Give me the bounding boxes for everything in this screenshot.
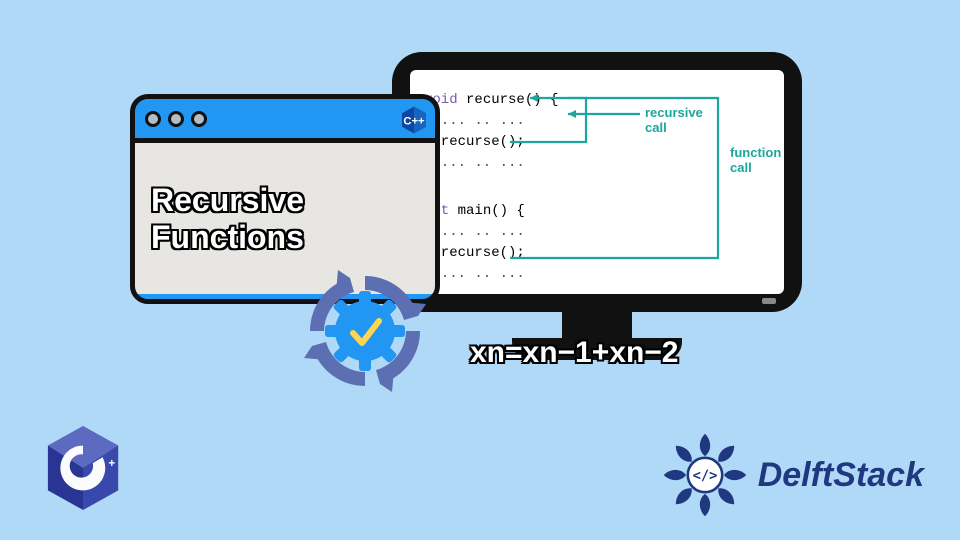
cpp-hex-icon: C++ <box>399 105 429 135</box>
monitor-bezel: void recurse() { ... .. ... recurse(); .… <box>392 52 802 312</box>
label-text: function <box>730 145 781 160</box>
code-line-5: } <box>424 174 770 195</box>
monitor-power-button <box>762 298 776 304</box>
svg-text:</>: </> <box>692 468 717 484</box>
label-text: recursive <box>645 105 703 120</box>
recurrence-equation: xn=xn−1+xn−2 <box>470 336 678 370</box>
svg-text:+: + <box>98 457 105 470</box>
code-line-6: int main() { <box>424 201 770 222</box>
title-line-2: Functions <box>151 219 419 256</box>
cpp-hex-icon: + + <box>44 424 122 512</box>
code-line-2: ... .. ... <box>424 111 770 132</box>
code-text: recurse() { <box>458 92 559 108</box>
svg-text:C++: C++ <box>403 116 425 128</box>
code-text: main() { <box>449 203 525 219</box>
brand-name: DelftStack <box>758 456 924 495</box>
traffic-dot <box>145 111 161 127</box>
code-line-9: ... .. ... <box>424 264 770 285</box>
label-text: call <box>730 160 752 175</box>
traffic-lights <box>145 111 207 127</box>
code-line-1: void recurse() { <box>424 90 770 111</box>
monitor: void recurse() { ... .. ... recurse(); .… <box>392 52 802 367</box>
titlebar: C++ <box>135 99 435 143</box>
code-line-8: recurse(); <box>424 243 770 264</box>
monitor-stand <box>562 308 632 338</box>
code-line-4: ... .. ... <box>424 153 770 174</box>
traffic-dot <box>168 111 184 127</box>
svg-text:+: + <box>108 457 115 470</box>
monitor-screen: void recurse() { ... .. ... recurse(); .… <box>410 70 784 294</box>
label-function-call: function call <box>730 146 781 176</box>
code-line-3: recurse(); <box>424 132 770 153</box>
label-recursive-call: recursive call <box>645 106 703 136</box>
code-line-7: ... .. ... <box>424 222 770 243</box>
gear-check-cycle-icon <box>300 266 430 396</box>
title-line-1: Recursive <box>151 182 419 219</box>
traffic-dot <box>191 111 207 127</box>
mandala-code-icon: </> <box>662 432 748 518</box>
brand-logo: </> DelftStack <box>662 432 924 518</box>
label-text: call <box>645 120 667 135</box>
